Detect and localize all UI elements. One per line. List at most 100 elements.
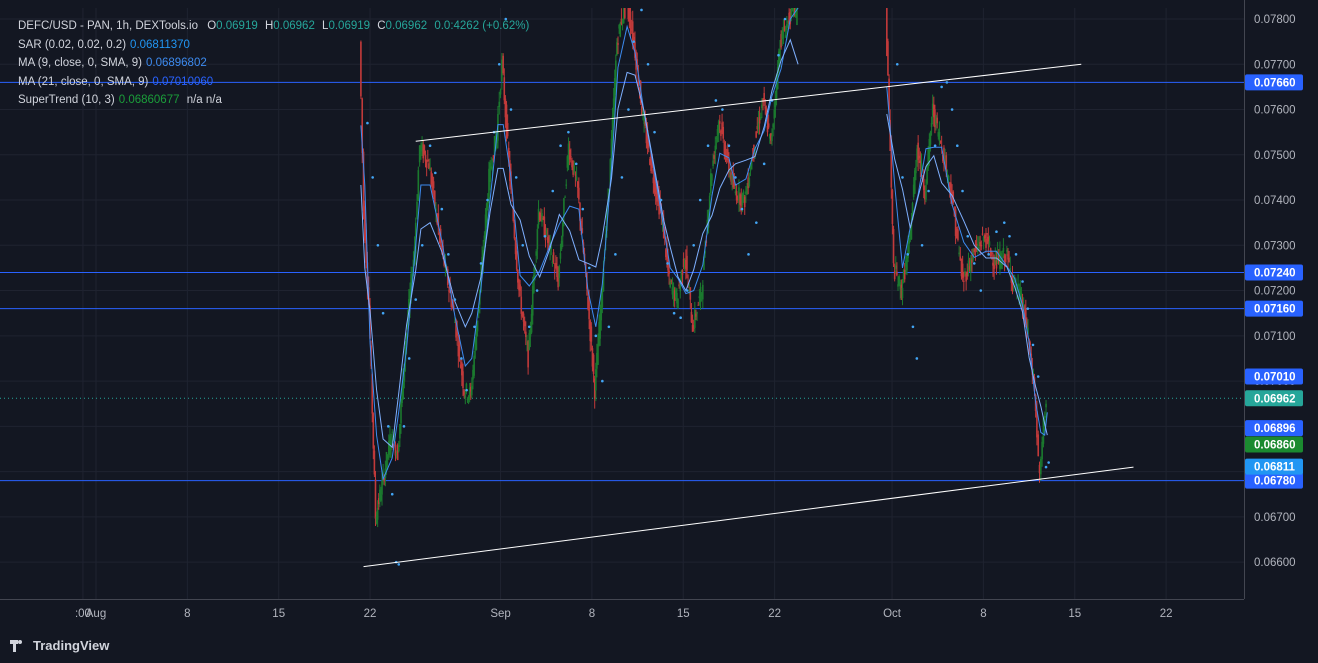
candle-body <box>559 253 562 259</box>
candle-body <box>556 266 558 277</box>
candle-body <box>588 300 590 320</box>
candle-body <box>386 455 389 459</box>
sar-dot <box>734 176 737 179</box>
sar-dot <box>1002 221 1006 224</box>
candle-body <box>1040 459 1042 475</box>
candle-body <box>989 248 992 257</box>
sar-dot <box>762 162 766 166</box>
candle-body <box>1041 441 1043 460</box>
sar-dot <box>366 121 369 125</box>
candle-body <box>1004 255 1007 263</box>
sar-dot <box>479 262 483 265</box>
candle-body <box>695 313 697 317</box>
candle-body <box>980 244 983 247</box>
sar-dot <box>428 144 432 148</box>
candle-body <box>714 145 717 154</box>
candle-body <box>592 354 595 374</box>
footer-bar <box>0 628 1318 663</box>
candle-body <box>784 35 787 38</box>
sar-dot <box>979 289 983 292</box>
sar-dot <box>620 176 624 179</box>
sar-dot <box>567 130 570 134</box>
candle-body <box>475 330 478 350</box>
candle-body <box>1045 403 1047 408</box>
candle-body <box>597 344 599 365</box>
sar-dot <box>601 379 604 383</box>
sar-dot <box>915 357 919 360</box>
sar-dot <box>972 262 976 265</box>
sar-dot <box>956 144 959 148</box>
candle-body <box>767 123 770 128</box>
legend-open-value: 0.06919 <box>216 20 258 32</box>
sar-dot <box>659 198 663 202</box>
candle-body <box>506 122 509 137</box>
price-badge: 0.06780 <box>1245 472 1303 489</box>
time-axis-ticks: :00Aug 8 15 22 Sep 8 15 22 Oct 8 15 22 <box>75 608 1173 620</box>
price-badge-label: 0.07660 <box>1254 77 1296 89</box>
candle-body <box>991 252 993 254</box>
price-badge: 0.06860 <box>1245 436 1303 453</box>
sar-dot <box>1047 461 1050 464</box>
candle-body <box>743 196 746 208</box>
candle-body <box>399 424 401 439</box>
sar-dot <box>381 311 385 315</box>
candle-body <box>984 234 986 239</box>
sar-dot <box>906 253 910 256</box>
tradingview-logo[interactable]: TradingView <box>10 638 109 653</box>
legend-ma9-value: 0.06896802 <box>145 57 207 69</box>
price-badge-label: 0.06811 <box>1254 462 1296 474</box>
candle-body <box>545 229 548 235</box>
sar-dot <box>895 62 899 66</box>
candle-body <box>617 43 619 45</box>
candle-body <box>416 201 418 218</box>
candle-body <box>718 121 721 124</box>
candle-body <box>535 251 538 256</box>
sar-dot <box>672 311 676 315</box>
price-badge: 0.07240 <box>1245 264 1303 281</box>
sar-dot <box>945 81 949 84</box>
price-badge-label: 0.06780 <box>1254 476 1296 488</box>
candle-body <box>568 149 571 160</box>
candle-body <box>563 198 565 217</box>
candle-body <box>429 167 431 171</box>
candle-body <box>957 229 959 240</box>
candle-body <box>376 507 379 520</box>
time-axis-tick-label: Aug <box>86 608 106 620</box>
price-axis-tick-label: 0.07800 <box>1254 14 1296 26</box>
candle-body <box>464 395 467 399</box>
candle-body <box>553 269 556 272</box>
price-badge: 0.06962 <box>1245 390 1303 407</box>
candle-body <box>515 251 518 270</box>
sar-dot <box>920 244 924 247</box>
sar-dot <box>653 130 656 134</box>
candle-body <box>462 371 464 389</box>
time-axis-tick-label: 22 <box>768 608 781 620</box>
candle-body <box>525 331 527 337</box>
sar-dot <box>1021 280 1024 283</box>
legend-close-value: 0.06962 <box>385 20 428 32</box>
candle-body <box>385 452 388 471</box>
candle-body <box>936 117 938 124</box>
candle-body <box>397 445 400 452</box>
sar-dot <box>376 244 380 247</box>
candle-body <box>735 191 738 201</box>
sar-dot <box>933 144 937 148</box>
candle-body <box>764 106 767 109</box>
candle-body <box>966 271 969 277</box>
sar-dot <box>927 189 930 193</box>
candle-body <box>722 126 725 139</box>
price-axis-tick-label: 0.07300 <box>1254 240 1296 252</box>
price-badge: 0.07160 <box>1245 300 1303 317</box>
candle-body <box>432 181 435 189</box>
candle-body <box>985 238 987 248</box>
legend-ma9-label: MA (9, close, 0, SMA, 9) <box>18 57 142 69</box>
candle-body <box>961 263 964 278</box>
candle-body <box>417 170 420 201</box>
candle-body <box>892 229 895 264</box>
time-axis-tick-label: 15 <box>677 608 690 620</box>
candle-body <box>783 26 786 31</box>
candle-body <box>642 112 644 115</box>
price-badge-label: 0.07160 <box>1254 304 1296 316</box>
candle-body <box>391 431 394 433</box>
chart-legend: DEFC/USD - PAN, 1h, DEXTools.io O0.06919… <box>18 17 529 110</box>
